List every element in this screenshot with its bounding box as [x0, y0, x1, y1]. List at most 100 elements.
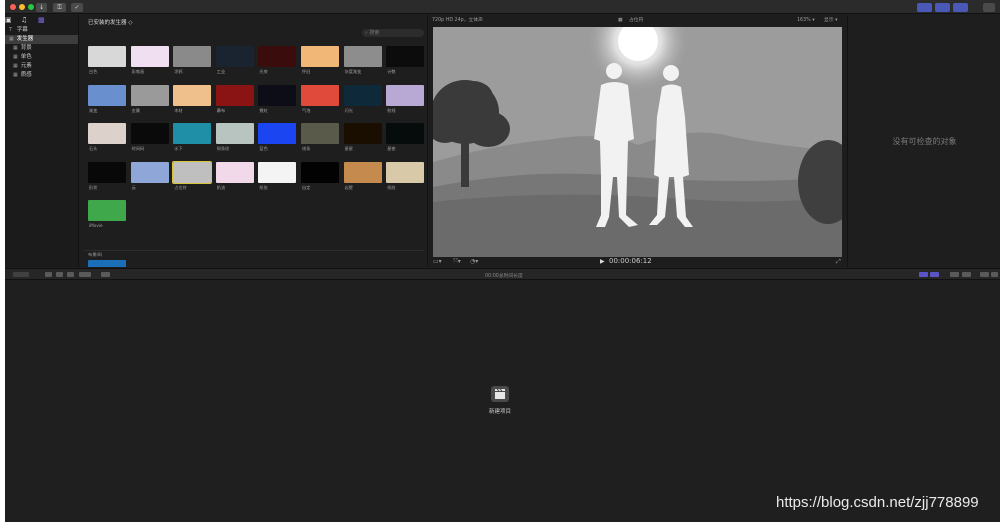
- generator-thumbnail[interactable]: [130, 123, 169, 144]
- snapping-icon[interactable]: [962, 272, 971, 277]
- clapperboard-icon: [495, 388, 505, 399]
- generator-thumbnail[interactable]: [343, 161, 382, 183]
- folder-icon: ▦: [13, 54, 18, 60]
- generator-thumbnail[interactable]: [258, 84, 297, 106]
- generator-label: 奶油: [216, 184, 226, 190]
- generator-thumbnail[interactable]: [88, 123, 126, 144]
- new-project-button[interactable]: [491, 386, 509, 402]
- generator-thumbnail[interactable]: [173, 46, 212, 67]
- import-button[interactable]: ↓: [36, 3, 47, 12]
- audio-skimming-icon[interactable]: [930, 272, 939, 277]
- photos-audio-tab-icon[interactable]: ♫: [21, 17, 27, 24]
- generator-thumbnail[interactable]: [386, 161, 425, 183]
- generator-thumbnail[interactable]: [343, 46, 382, 67]
- inspector-empty-message: 没有可检查的对象: [892, 137, 957, 146]
- generator-thumbnail[interactable]: [386, 46, 425, 67]
- overwrite-clip-icon[interactable]: [79, 272, 91, 277]
- search-input[interactable]: ⌕ 搜索: [362, 29, 424, 37]
- folder-icon: ▦: [13, 63, 18, 69]
- speed-menu-icon[interactable]: ◔▾: [470, 258, 478, 265]
- timecode-display[interactable]: 00:00:06:12: [609, 257, 652, 265]
- sidebar-item-elements[interactable]: ▦ 元素: [5, 62, 78, 71]
- generator-thumbnail[interactable]: [88, 46, 126, 67]
- generator-thumbnail[interactable]: [88, 84, 126, 106]
- new-project-label[interactable]: 新建项目: [475, 407, 525, 415]
- generator-label: 占位符: [174, 184, 187, 190]
- section-label: 布景(8): [88, 252, 103, 257]
- share-button[interactable]: [983, 3, 995, 12]
- append-clip-icon[interactable]: [67, 272, 74, 277]
- sidebar-item-solids[interactable]: ▦ 单色: [5, 53, 78, 62]
- zoom-menu[interactable]: 163% ▾: [797, 15, 815, 26]
- generator-thumbnail[interactable]: [130, 161, 169, 183]
- solo-icon[interactable]: [950, 272, 959, 277]
- generator-label: 岩壁: [344, 184, 353, 190]
- keywords-button[interactable]: ⚿: [53, 3, 66, 12]
- sidebar-item-label: 单色: [20, 54, 32, 60]
- generator-thumbnail[interactable]: [343, 123, 382, 144]
- browser-header: 已安装的发生器 ◇: [80, 15, 427, 28]
- generator-thumbnail[interactable]: [215, 84, 254, 106]
- generator-label: 自定: [302, 184, 311, 190]
- generator-thumbnail[interactable]: [258, 46, 297, 67]
- effects-browser-icon[interactable]: [991, 272, 998, 277]
- generator-label: 怀旧: [302, 69, 311, 74]
- browser-title[interactable]: 已安装的发生器 ◇: [88, 18, 132, 26]
- browser-toggle-button[interactable]: [917, 3, 932, 12]
- view-options-icon[interactable]: ▭▾: [433, 258, 442, 265]
- generator-thumbnail[interactable]: [301, 46, 339, 67]
- generator-thumbnail[interactable]: [88, 161, 126, 183]
- generator-label: 石头: [89, 146, 98, 151]
- inspector-toggle-button[interactable]: [953, 3, 968, 12]
- generator-thumbnail[interactable]: [343, 84, 382, 106]
- sidebar-item-titles[interactable]: T 字幕: [5, 26, 78, 35]
- generator-thumbnail[interactable]: [301, 123, 339, 144]
- sidebar-item-backgrounds[interactable]: ▦ 背景: [5, 44, 78, 53]
- generator-thumbnail[interactable]: [215, 123, 254, 144]
- generator-thumbnail[interactable]: [130, 84, 169, 106]
- generator-thumbnail[interactable]: [258, 123, 297, 144]
- generator-label: 气泡: [302, 107, 311, 113]
- insert-clip-icon[interactable]: [56, 272, 63, 277]
- sidebar-item-label: 发生器: [16, 36, 34, 42]
- inspector: 没有可检查的对象: [847, 15, 1000, 267]
- display-menu[interactable]: 显示 ▾: [824, 15, 838, 26]
- generator-thumbnail[interactable]: [258, 161, 297, 183]
- skimming-toggle-icon[interactable]: [919, 272, 928, 277]
- sidebar-item-textures[interactable]: ▦ 质感: [5, 71, 78, 80]
- section-thumbnail[interactable]: [88, 260, 126, 267]
- generator-thumbnail[interactable]: [301, 161, 339, 183]
- placeholder-scene: [433, 27, 842, 257]
- generator-thumbnail[interactable]: [172, 160, 213, 184]
- zoom-window-button[interactable]: [28, 4, 34, 10]
- generator-label: 星夜: [387, 146, 396, 151]
- generator-thumbnail[interactable]: [173, 84, 212, 106]
- folder-icon: ▦: [13, 72, 18, 78]
- generator-label: 幕布: [216, 107, 226, 113]
- index-button[interactable]: [13, 272, 29, 277]
- viewer-header: 720p HD 24p，立体声 ▦ 占位符 163% ▾ 显示 ▾: [428, 15, 847, 26]
- generator-thumbnail[interactable]: [173, 123, 212, 144]
- sidebar-item-generators[interactable]: ▦ 发生器: [5, 35, 78, 44]
- titles-generators-tab-icon[interactable]: ▩: [38, 17, 45, 24]
- libraries-tab-icon[interactable]: ▣: [5, 17, 12, 24]
- transform-tools-icon[interactable]: ⤧▾: [453, 258, 461, 266]
- background-tasks-button[interactable]: ✓: [71, 3, 83, 12]
- generator-thumbnail[interactable]: [130, 46, 169, 67]
- generator-thumbnail[interactable]: [88, 200, 126, 221]
- fullscreen-icon[interactable]: ⤢: [836, 258, 841, 266]
- select-tool-icon[interactable]: [101, 272, 110, 277]
- play-button[interactable]: ▶: [600, 258, 605, 265]
- generator-label: 纸张: [259, 184, 268, 190]
- generator-thumbnail[interactable]: [386, 123, 425, 144]
- close-window-button[interactable]: [10, 4, 16, 10]
- minimize-window-button[interactable]: [19, 4, 25, 10]
- generator-thumbnail[interactable]: [215, 161, 254, 183]
- generator-thumbnail[interactable]: [386, 84, 425, 106]
- generator-thumbnail[interactable]: [215, 46, 254, 67]
- generator-thumbnail[interactable]: [301, 84, 339, 106]
- connect-clip-icon[interactable]: [45, 272, 52, 277]
- timeline-toggle-button[interactable]: [935, 3, 950, 12]
- sidebar-item-label: 元素: [20, 63, 32, 69]
- clip-appearance-icon[interactable]: [980, 272, 989, 277]
